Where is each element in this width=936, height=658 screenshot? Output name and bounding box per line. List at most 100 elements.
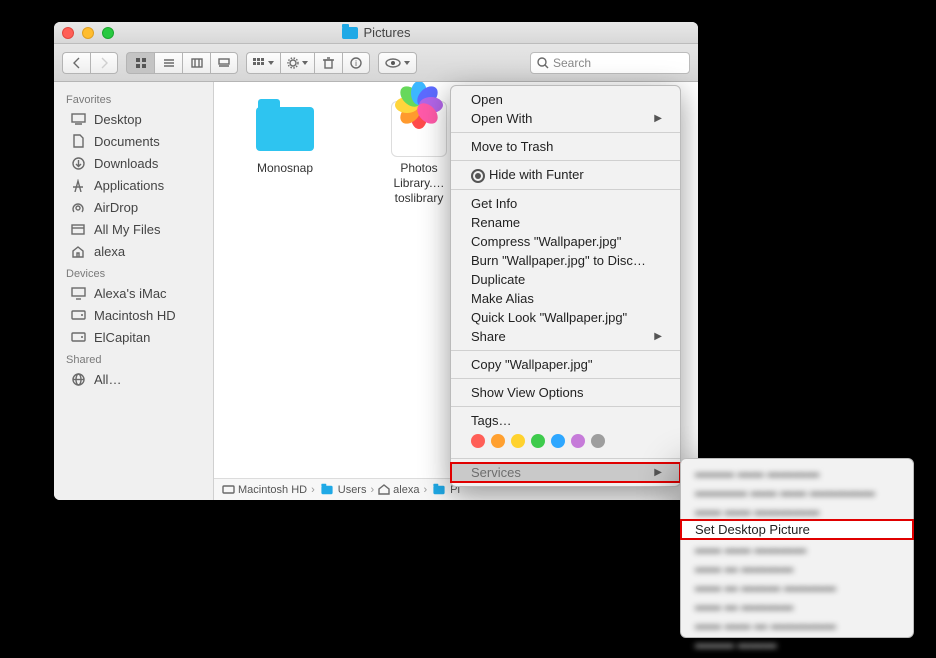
submenu-item-blurred[interactable]: ▬▬ ▬▬ ▬ ▬▬▬▬▬ — [681, 615, 913, 634]
globe-icon — [70, 371, 86, 387]
menu-item-share[interactable]: Share▶ — [451, 327, 680, 346]
sidebar-item-label: alexa — [94, 244, 125, 259]
grid-icon — [135, 57, 147, 69]
submenu-item-set-desktop-picture[interactable]: Set Desktop Picture — [681, 520, 913, 539]
menu-item-tags[interactable]: Tags… — [451, 411, 680, 430]
chevron-down-icon — [404, 61, 410, 65]
list-view-button[interactable] — [154, 52, 182, 74]
titlebar: Pictures — [54, 22, 698, 44]
menu-item-open-with[interactable]: Open With▶ — [451, 109, 680, 128]
menu-separator — [451, 132, 680, 133]
sidebar-item-label: AirDrop — [94, 200, 138, 215]
menu-item-services[interactable]: Services▶ — [451, 463, 680, 482]
sidebar-item-macintosh-hd[interactable]: Macintosh HD — [54, 304, 213, 326]
submenu-item-blurred[interactable]: ▬▬ ▬▬ ▬▬▬▬ — [681, 539, 913, 558]
menu-item-view-options[interactable]: Show View Options — [451, 383, 680, 402]
arrange-icon — [253, 58, 265, 68]
submenu-item-blurred[interactable]: ▬▬▬▬ ▬▬ ▬▬ ▬▬▬▬▬ — [681, 482, 913, 501]
sidebar-item-allmyfiles[interactable]: All My Files — [54, 218, 213, 240]
submenu-arrow-icon: ▶ — [654, 467, 662, 478]
sidebar-item-imac[interactable]: Alexa's iMac — [54, 282, 213, 304]
submenu-item-blurred[interactable]: ▬▬▬ ▬▬▬ — [681, 634, 913, 653]
submenu-item-blurred[interactable]: ▬▬ ▬ ▬▬▬▬ — [681, 596, 913, 615]
sidebar-item-downloads[interactable]: Downloads — [54, 152, 213, 174]
search-input[interactable]: Search — [530, 52, 690, 74]
back-button[interactable] — [62, 52, 90, 74]
toolbar: i Search — [54, 44, 698, 82]
file-label: Monosnap — [254, 160, 316, 177]
applications-icon — [70, 177, 86, 193]
arrange-button[interactable] — [246, 52, 280, 74]
submenu-item-blurred[interactable]: ▬▬▬ ▬▬ ▬▬▬▬ — [681, 463, 913, 482]
tag-orange[interactable] — [491, 434, 505, 448]
tag-gray[interactable] — [591, 434, 605, 448]
menu-separator — [451, 350, 680, 351]
menu-separator — [451, 160, 680, 161]
trash-button[interactable] — [314, 52, 342, 74]
menu-item-make-alias[interactable]: Make Alias — [451, 289, 680, 308]
column-view-button[interactable] — [182, 52, 210, 74]
menu-item-burn[interactable]: Burn "Wallpaper.jpg" to Disc… — [451, 251, 680, 270]
disk-icon — [222, 485, 235, 494]
sidebar-item-label: Applications — [94, 178, 164, 193]
chevron-right-icon: › — [370, 484, 374, 496]
folder-icon — [434, 485, 445, 493]
sidebar-item-airdrop[interactable]: AirDrop — [54, 196, 213, 218]
sidebar-item-label: Macintosh HD — [94, 308, 176, 323]
sidebar-item-label: All… — [94, 372, 121, 387]
menu-item-quicklook[interactable]: Quick Look "Wallpaper.jpg" — [451, 308, 680, 327]
menu-separator — [451, 378, 680, 379]
submenu-item-blurred[interactable]: ▬▬ ▬ ▬▬▬▬ — [681, 558, 913, 577]
tag-purple[interactable] — [571, 434, 585, 448]
list-icon — [163, 57, 175, 69]
folder-icon — [253, 102, 317, 156]
submenu-arrow-icon: ▶ — [654, 331, 662, 342]
menu-item-duplicate[interactable]: Duplicate — [451, 270, 680, 289]
tag-green[interactable] — [531, 434, 545, 448]
forward-button[interactable] — [90, 52, 118, 74]
sidebar-item-applications[interactable]: Applications — [54, 174, 213, 196]
home-icon — [70, 243, 86, 259]
tag-yellow[interactable] — [511, 434, 525, 448]
menu-item-move-trash[interactable]: Move to Trash — [451, 137, 680, 156]
chevron-left-icon — [72, 57, 82, 69]
action-button[interactable] — [280, 52, 314, 74]
path-item[interactable]: Macintosh HD — [222, 484, 307, 496]
menu-item-copy[interactable]: Copy "Wallpaper.jpg" — [451, 355, 680, 374]
folder-monosnap[interactable]: Monosnap — [242, 102, 328, 177]
menu-separator — [451, 458, 680, 459]
folder-icon — [321, 485, 332, 493]
chevron-right-icon: › — [423, 484, 427, 496]
sidebar-item-documents[interactable]: Documents — [54, 130, 213, 152]
disk-icon — [70, 307, 86, 323]
chevron-right-icon: › — [311, 484, 315, 496]
photos-library-icon — [387, 102, 451, 156]
sidebar-header-devices: Devices — [54, 262, 213, 282]
columns-icon — [191, 57, 203, 69]
submenu-arrow-icon: ▶ — [654, 113, 662, 124]
menu-item-get-info[interactable]: Get Info — [451, 194, 680, 213]
path-item[interactable]: Users — [319, 484, 367, 496]
tag-blue[interactable] — [551, 434, 565, 448]
icon-view-button[interactable] — [126, 52, 154, 74]
submenu-item-blurred[interactable]: ▬▬ ▬ ▬▬▬ ▬▬▬▬ — [681, 577, 913, 596]
sidebar: Favorites Desktop Documents Downloads Ap… — [54, 82, 214, 500]
path-item[interactable]: alexa — [378, 484, 419, 496]
menu-item-hide-funter[interactable]: Hide with Funter — [451, 165, 680, 185]
menu-item-rename[interactable]: Rename — [451, 213, 680, 232]
info-button[interactable]: i — [342, 52, 370, 74]
tag-red[interactable] — [471, 434, 485, 448]
quicklook-toolbar-button[interactable] — [378, 52, 417, 74]
menu-item-compress[interactable]: Compress "Wallpaper.jpg" — [451, 232, 680, 251]
menu-item-open[interactable]: Open — [451, 90, 680, 109]
submenu-item-blurred[interactable]: ▬▬ ▬▬ ▬▬▬▬▬ — [681, 501, 913, 520]
sidebar-item-elcapitan[interactable]: ElCapitan — [54, 326, 213, 348]
coverflow-view-button[interactable] — [210, 52, 238, 74]
sidebar-item-shared-all[interactable]: All… — [54, 368, 213, 390]
gear-icon — [287, 57, 299, 69]
chevron-right-icon — [99, 57, 109, 69]
sidebar-item-desktop[interactable]: Desktop — [54, 108, 213, 130]
services-submenu: ▬▬▬ ▬▬ ▬▬▬▬ ▬▬▬▬ ▬▬ ▬▬ ▬▬▬▬▬ ▬▬ ▬▬ ▬▬▬▬▬… — [680, 458, 914, 638]
chevron-down-icon — [302, 61, 308, 65]
sidebar-item-home[interactable]: alexa — [54, 240, 213, 262]
